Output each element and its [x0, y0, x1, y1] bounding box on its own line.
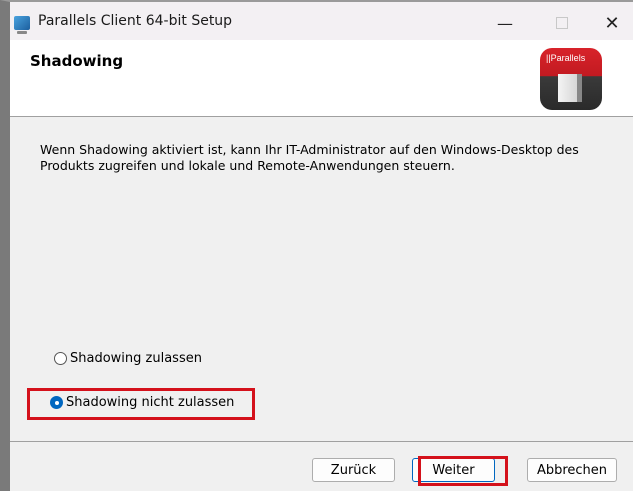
- radio-label-deny: Shadowing nicht zulassen: [66, 395, 235, 410]
- footer-divider: [10, 441, 633, 442]
- logo-text: ||Parallels: [546, 53, 586, 63]
- description-text: Wenn Shadowing aktiviert ist, kann Ihr I…: [40, 142, 579, 173]
- setup-window: Parallels Client 64-bit Setup — ✕ Shadow…: [0, 0, 633, 491]
- radio-button-checked[interactable]: [50, 396, 63, 409]
- window-title: Parallels Client 64-bit Setup: [38, 13, 233, 29]
- app-icon: [14, 16, 30, 34]
- logo-door-icon: [558, 74, 582, 102]
- radio-deny-shadowing[interactable]: Shadowing nicht zulassen: [50, 395, 234, 410]
- maximize-icon: [556, 17, 568, 29]
- back-button[interactable]: Zurück: [312, 458, 395, 482]
- title-bar[interactable]: Parallels Client 64-bit Setup — ✕: [10, 2, 633, 40]
- cancel-button[interactable]: Abbrechen: [527, 458, 617, 482]
- minimize-button[interactable]: —: [483, 6, 527, 40]
- radio-label-allow: Shadowing zulassen: [70, 351, 202, 366]
- parallels-logo-icon: ||Parallels: [540, 48, 602, 110]
- radio-button-unchecked[interactable]: [54, 352, 67, 365]
- close-button[interactable]: ✕: [590, 6, 634, 40]
- maximize-button[interactable]: [540, 6, 584, 40]
- page-title: Shadowing: [30, 52, 124, 70]
- radio-allow-shadowing[interactable]: Shadowing zulassen: [54, 351, 202, 366]
- highlight-box-next: [418, 456, 508, 486]
- wizard-header: Shadowing ||Parallels: [10, 40, 633, 117]
